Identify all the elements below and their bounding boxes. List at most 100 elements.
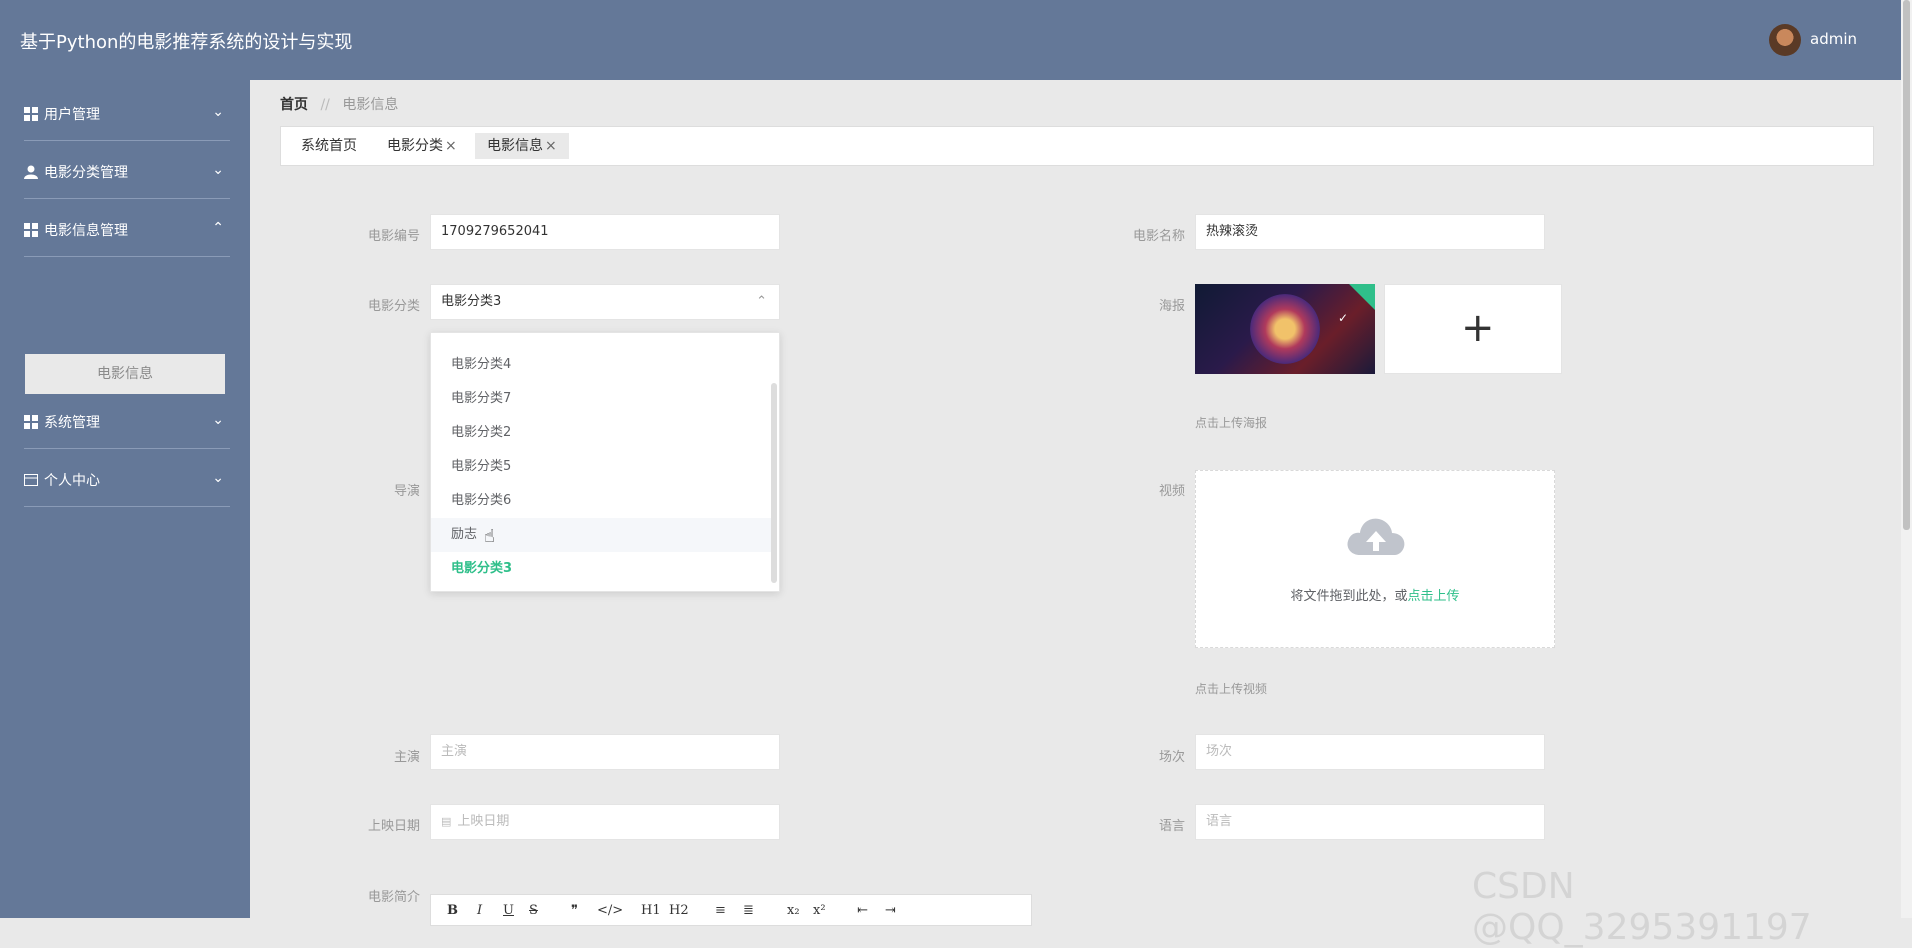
dropdown-option-hovered[interactable]: 励志 <box>431 518 771 552</box>
sidebar: 用户管理 ⌄ 电影分类管理 ⌄ 电影信息管理 ⌃ 电影信息 系统管理 ⌄ 个人中… <box>0 80 250 918</box>
movie-name-label: 电影名称 <box>1132 229 1185 244</box>
plus-icon: + <box>1461 305 1495 351</box>
movie-name-field[interactable]: 热辣滚烫 <box>1195 214 1545 250</box>
strike-button[interactable]: S <box>529 903 538 918</box>
sidebar-item-user-management[interactable]: 用户管理 ⌄ <box>24 84 230 141</box>
drop-instruction: 将文件拖到此处，或 <box>1290 589 1408 604</box>
dropdown-option[interactable]: 电影分类7 <box>431 382 771 416</box>
page-scrollbar[interactable] <box>1901 0 1912 918</box>
dropdown-option[interactable]: 电影分类4 <box>431 348 771 382</box>
chevron-down-icon: ⌄ <box>212 470 224 486</box>
bold-button[interactable]: B <box>447 903 458 918</box>
movie-no-label: 电影编号 <box>367 229 420 244</box>
tab-label: 电影分类 <box>387 138 443 154</box>
grid-icon <box>24 107 38 121</box>
actor-field[interactable]: 主演 <box>430 734 780 770</box>
release-date-label: 上映日期 <box>367 819 420 834</box>
chevron-down-icon: ⌄ <box>212 104 224 120</box>
tab-movie-info[interactable]: 电影信息 × <box>475 133 569 159</box>
code-button[interactable]: </> <box>597 903 623 918</box>
username[interactable]: admin <box>1810 30 1857 48</box>
italic-button[interactable]: I <box>477 903 482 918</box>
dropdown-option[interactable]: 电影分类2 <box>431 416 771 450</box>
tab-label: 系统首页 <box>301 138 357 154</box>
breadcrumb: 首页 // 电影信息 <box>280 94 398 114</box>
actor-label: 主演 <box>393 750 420 765</box>
breadcrumb-home[interactable]: 首页 <box>280 97 308 113</box>
success-corner-badge <box>1349 284 1375 310</box>
director-label: 导演 <box>393 484 420 499</box>
tab-label: 电影信息 <box>487 138 543 154</box>
outdent-button[interactable]: ⇤ <box>857 903 868 918</box>
poster-label: 海报 <box>1158 299 1185 314</box>
category-select[interactable]: 电影分类3 ⌃ <box>430 284 780 320</box>
release-date-placeholder: 上映日期 <box>457 814 510 829</box>
indent-button[interactable]: ⇥ <box>885 903 896 918</box>
sidebar-item-label: 个人中心 <box>44 473 100 489</box>
video-hint: 点击上传视频 <box>1195 682 1268 696</box>
video-label: 视频 <box>1158 484 1185 499</box>
language-label: 语言 <box>1158 819 1185 834</box>
hand-cursor-icon: ☝ <box>484 526 495 547</box>
dropdown-option[interactable]: 电影分类6 <box>431 484 771 518</box>
bullet-list-button[interactable]: ≣ <box>743 903 754 918</box>
video-drop-text: 将文件拖到此处，或点击上传 <box>1196 585 1554 604</box>
chevron-up-icon: ⌃ <box>756 294 767 309</box>
sidebar-item-label: 电影分类管理 <box>44 165 128 181</box>
intro-label: 电影简介 <box>367 890 420 905</box>
grid-icon <box>24 223 38 237</box>
poster-hint: 点击上传海报 <box>1195 416 1268 430</box>
movie-no-field[interactable]: 1709279652041 <box>430 214 780 250</box>
cloud-upload-icon <box>1347 518 1405 555</box>
avatar[interactable] <box>1769 24 1801 56</box>
category-label: 电影分类 <box>367 299 420 314</box>
breadcrumb-current: 电影信息 <box>342 97 399 113</box>
quote-button[interactable]: ❞ <box>571 903 578 918</box>
h2-button[interactable]: H2 <box>669 903 689 918</box>
tab-home[interactable]: 系统首页 <box>289 133 369 159</box>
sidebar-item-personal-center[interactable]: 个人中心 ⌄ <box>24 450 230 507</box>
watermark: CSDN @QQ_3295391197 <box>1472 866 1812 948</box>
click-upload-link[interactable]: 点击上传 <box>1408 589 1460 604</box>
sidebar-item-category-management[interactable]: 电影分类管理 ⌄ <box>24 142 230 199</box>
dropdown-option[interactable]: 电影分类5 <box>431 450 771 484</box>
underline-button[interactable]: U <box>503 903 514 918</box>
tabs-bar: 系统首页 电影分类 × 电影信息 × <box>280 126 1874 166</box>
chevron-down-icon: ⌄ <box>212 162 224 178</box>
dropdown-option-selected[interactable]: 电影分类3 <box>431 552 771 586</box>
video-drop-zone[interactable]: 将文件拖到此处，或点击上传 <box>1195 470 1555 648</box>
rich-text-toolbar: B I U S ❞ </> H1 H2 ≡ ≣ x₂ x² ⇤ ⇥ <box>430 894 1032 926</box>
category-select-value: 电影分类3 <box>441 294 502 309</box>
chevron-down-icon: ⌄ <box>212 412 224 428</box>
calendar-icon: ▤ <box>441 815 452 828</box>
ordered-list-button[interactable]: ≡ <box>715 903 726 918</box>
poster-upload-button[interactable]: + <box>1384 284 1562 374</box>
user-icon <box>24 165 38 179</box>
sidebar-subitem-movie-info[interactable]: 电影信息 <box>25 354 225 394</box>
session-label: 场次 <box>1158 750 1185 765</box>
session-field[interactable]: 场次 <box>1195 734 1545 770</box>
check-icon: ✓ <box>1338 311 1349 325</box>
dropdown-scrollbar[interactable] <box>771 383 777 583</box>
poster-thumbnail[interactable]: ✓ <box>1195 284 1375 374</box>
sidebar-item-system-management[interactable]: 系统管理 ⌄ <box>24 392 230 449</box>
breadcrumb-separator: // <box>320 97 330 113</box>
superscript-button[interactable]: x² <box>813 903 826 918</box>
sidebar-item-movie-management[interactable]: 电影信息管理 ⌃ <box>24 200 230 257</box>
language-field[interactable]: 语言 <box>1195 804 1545 840</box>
sidebar-item-label: 系统管理 <box>44 415 100 431</box>
close-icon[interactable]: × <box>445 138 457 154</box>
h1-button[interactable]: H1 <box>641 903 661 918</box>
top-header: 基于Python的电影推荐系统的设计与实现 admin <box>0 0 1912 80</box>
release-date-field[interactable]: ▤ 上映日期 <box>430 804 780 840</box>
page-scrollbar-thumb[interactable] <box>1903 0 1910 530</box>
sidebar-item-label: 电影信息管理 <box>44 223 128 239</box>
subscript-button[interactable]: x₂ <box>787 903 800 918</box>
tab-movie-category[interactable]: 电影分类 × <box>375 133 469 159</box>
app-title: 基于Python的电影推荐系统的设计与实现 <box>20 32 353 53</box>
sidebar-item-label: 用户管理 <box>44 107 100 123</box>
close-icon[interactable]: × <box>545 138 557 154</box>
category-dropdown: 电影分类4 电影分类7 电影分类2 电影分类5 电影分类6 励志 电影分类3 <box>430 332 780 592</box>
card-icon <box>24 474 38 486</box>
grid-icon <box>24 415 38 429</box>
